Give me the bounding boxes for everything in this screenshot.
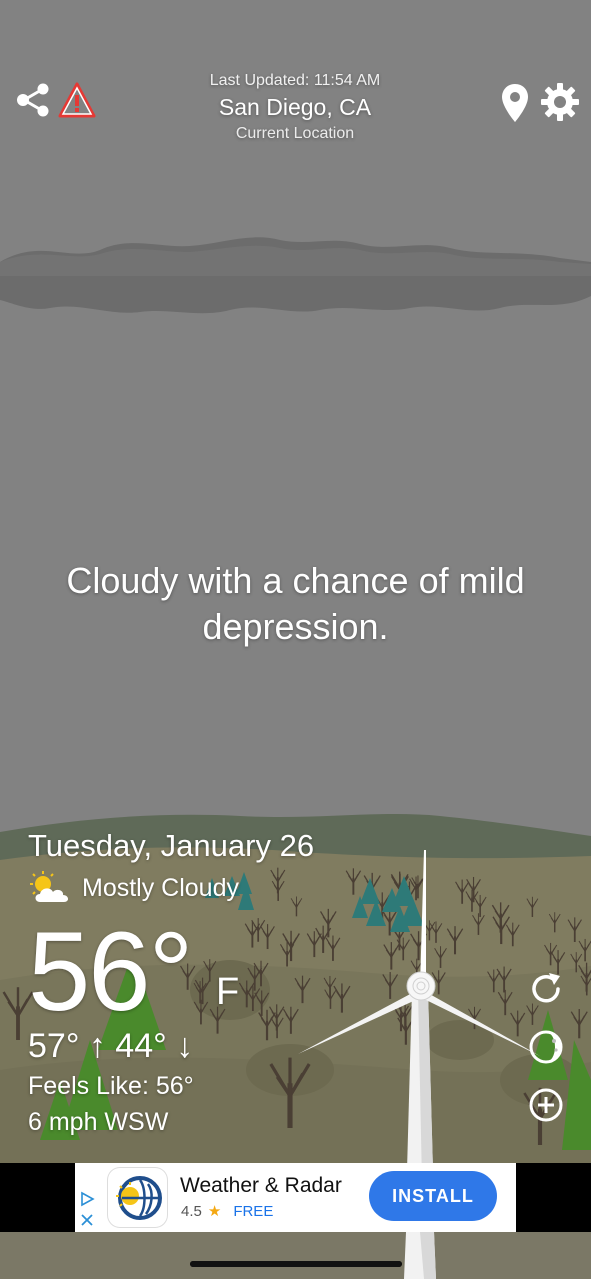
ad-rating: 4.5 xyxy=(181,1203,202,1220)
gear-icon[interactable] xyxy=(538,80,582,124)
ad-meta: 4.5 ★ FREE xyxy=(181,1202,273,1220)
star-icon: ★ xyxy=(207,1203,222,1220)
feels-like: Feels Like: 56° xyxy=(28,1072,194,1100)
share-icon[interactable] xyxy=(12,80,54,120)
temperature-unit[interactable]: F xyxy=(216,972,239,1012)
partly-cloudy-icon xyxy=(30,871,69,902)
turbine-tower-base xyxy=(404,1232,436,1279)
location-pin-icon[interactable] xyxy=(498,80,532,126)
ad-card[interactable]: Weather & Radar 4.5 ★ FREE INSTALL xyxy=(75,1163,516,1232)
weather-panel: Tuesday, January 26 Mostly Cloudy 56° F … xyxy=(28,826,328,1136)
ad-price: FREE xyxy=(233,1203,274,1220)
location-type: Current Location xyxy=(235,125,355,142)
current-temperature[interactable]: 56° xyxy=(28,912,193,1032)
high-low-temperature: 57° ↑ 44° ↓ xyxy=(28,1027,194,1065)
top-header: Last Updated: 11:54 AM San Diego, CA Cur… xyxy=(0,70,591,150)
condition-row: Mostly Cloudy xyxy=(28,870,328,906)
home-indicator-overlay xyxy=(190,1261,402,1267)
condition-text: Mostly Cloudy xyxy=(82,873,239,902)
alert-icon[interactable] xyxy=(56,78,98,122)
ad-choices-icon[interactable] xyxy=(79,1189,95,1229)
install-button[interactable]: INSTALL xyxy=(369,1171,497,1221)
city-name[interactable]: San Diego, CA xyxy=(145,93,445,121)
refresh-icon[interactable] xyxy=(526,969,566,1009)
moon-phase-icon[interactable] xyxy=(526,1027,566,1067)
weather-quote[interactable]: Cloudy with a chance of mild depression. xyxy=(30,558,561,650)
location-block: Last Updated: 11:54 AM San Diego, CA Cur… xyxy=(145,70,445,145)
app-logo-icon[interactable] xyxy=(108,1168,167,1227)
last-updated: Last Updated: 11:54 AM xyxy=(209,72,381,89)
wind-speed: 6 mph WSW xyxy=(28,1108,169,1136)
add-icon[interactable] xyxy=(526,1085,566,1125)
ad-app-name[interactable]: Weather & Radar xyxy=(180,1174,342,1198)
ad-banner: Weather & Radar 4.5 ★ FREE INSTALL xyxy=(0,1163,591,1232)
date-label: Tuesday, January 26 xyxy=(28,828,315,863)
